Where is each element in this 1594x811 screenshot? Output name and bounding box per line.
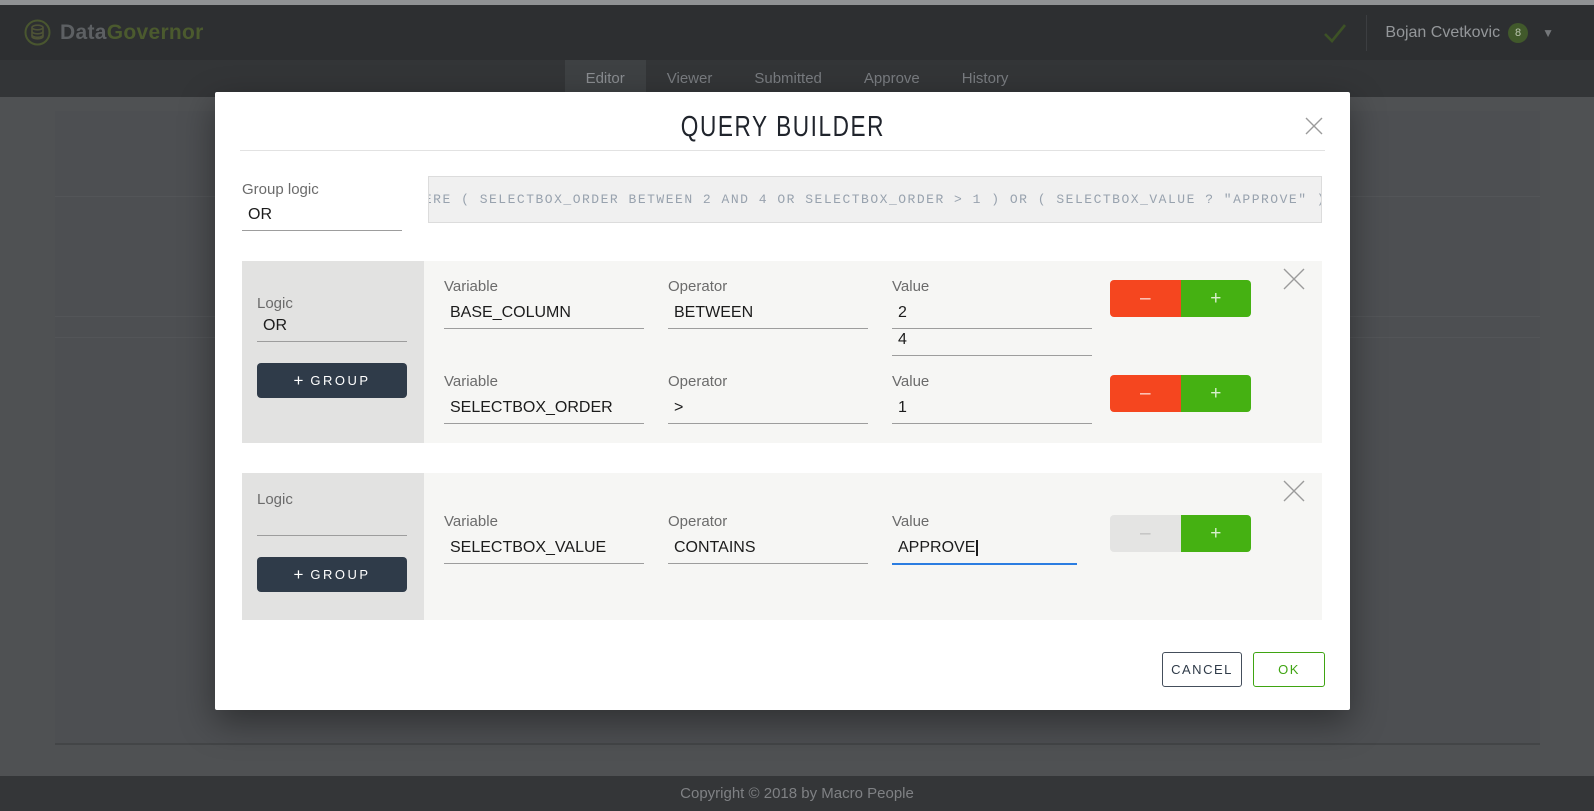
minus-icon: – bbox=[1140, 288, 1151, 310]
value-label: Value bbox=[892, 373, 1092, 390]
value-input-1[interactable]: 1 bbox=[892, 394, 1092, 424]
operator-label: Operator bbox=[668, 278, 868, 295]
remove-condition-button[interactable]: – bbox=[1110, 375, 1181, 412]
plus-icon: + bbox=[1210, 288, 1221, 310]
header-divider bbox=[1366, 15, 1367, 51]
brand-part2: Governor bbox=[107, 21, 204, 44]
variable-input[interactable]: SELECTBOX_ORDER bbox=[444, 394, 644, 424]
close-icon[interactable] bbox=[1304, 116, 1324, 136]
condition-group-2: Logic + GROUP Variable SELECTBOX_VALUE O… bbox=[242, 473, 1322, 620]
condition-row: Variable BASE_COLUMN Operator BETWEEN Va… bbox=[444, 261, 1322, 356]
group-logic-input[interactable]: OR bbox=[242, 201, 402, 231]
plus-icon: + bbox=[293, 371, 303, 391]
condition-row: Variable SELECTBOX_VALUE Operator CONTAI… bbox=[444, 473, 1322, 565]
group-button-label: GROUP bbox=[310, 567, 370, 582]
plus-icon: + bbox=[1210, 523, 1221, 545]
plus-icon: + bbox=[293, 565, 303, 585]
title-divider bbox=[240, 150, 1325, 151]
operator-label: Operator bbox=[668, 373, 868, 390]
text-caret bbox=[976, 540, 978, 556]
condition-row: Variable SELECTBOX_ORDER Operator > Valu… bbox=[444, 373, 1322, 424]
footer: Copyright © 2018 by Macro People bbox=[0, 776, 1594, 811]
value-input-2[interactable]: 4 bbox=[892, 329, 1092, 356]
add-condition-button[interactable]: + bbox=[1181, 515, 1252, 552]
group-close-icon[interactable] bbox=[1281, 478, 1307, 504]
logic-label: Logic bbox=[257, 491, 408, 508]
add-condition-button[interactable]: + bbox=[1181, 375, 1252, 412]
operator-label: Operator bbox=[668, 513, 868, 530]
brand-name: DataGovernor bbox=[60, 21, 204, 45]
add-group-button[interactable]: + GROUP bbox=[257, 557, 407, 592]
brand[interactable]: DataGovernor bbox=[24, 19, 204, 46]
value-text: APPROVE bbox=[898, 539, 975, 556]
remove-condition-button-disabled: – bbox=[1110, 515, 1181, 552]
user-menu[interactable]: Bojan Cvetkovic 8 ▼ bbox=[1385, 23, 1554, 43]
user-badge: 8 bbox=[1508, 23, 1528, 43]
operator-input[interactable]: > bbox=[668, 394, 868, 424]
query-builder-modal: QUERY BUILDER Group logic OR WHERE ( SEL… bbox=[215, 92, 1350, 710]
remove-condition-button[interactable]: – bbox=[1110, 280, 1181, 317]
check-icon[interactable] bbox=[1322, 22, 1348, 44]
group-logic-label: Group logic bbox=[242, 181, 428, 198]
plus-icon: + bbox=[1210, 383, 1221, 405]
variable-label: Variable bbox=[444, 513, 644, 530]
chevron-down-icon: ▼ bbox=[1542, 26, 1554, 40]
brand-part1: Data bbox=[60, 21, 107, 44]
value-input-1[interactable]: 2 bbox=[892, 299, 1092, 329]
value-label: Value bbox=[892, 278, 1092, 295]
variable-input[interactable]: BASE_COLUMN bbox=[444, 299, 644, 329]
condition-group-1: Logic OR + GROUP Variable BASE_COLUMN Op… bbox=[242, 261, 1322, 443]
add-group-button[interactable]: + GROUP bbox=[257, 363, 407, 398]
copyright-text: Copyright © 2018 by Macro People bbox=[680, 785, 914, 802]
modal-title: QUERY BUILDER bbox=[680, 111, 884, 144]
cancel-button[interactable]: CANCEL bbox=[1162, 652, 1242, 687]
operator-input[interactable]: BETWEEN bbox=[668, 299, 868, 329]
value-label: Value bbox=[892, 513, 1092, 530]
logic-label: Logic bbox=[257, 295, 408, 312]
minus-icon: – bbox=[1140, 523, 1151, 545]
database-logo-icon bbox=[24, 19, 51, 46]
group-2-logic-panel: Logic + GROUP bbox=[242, 473, 424, 620]
variable-label: Variable bbox=[444, 278, 644, 295]
user-name: Bojan Cvetkovic bbox=[1385, 24, 1500, 42]
ok-button[interactable]: OK bbox=[1253, 652, 1325, 687]
variable-label: Variable bbox=[444, 373, 644, 390]
app-header: DataGovernor Bojan Cvetkovic 8 ▼ bbox=[0, 5, 1594, 60]
group-1-logic-panel: Logic OR + GROUP bbox=[242, 261, 424, 443]
value-input-focused[interactable]: APPROVE bbox=[892, 534, 1077, 565]
minus-icon: – bbox=[1140, 383, 1151, 405]
variable-input[interactable]: SELECTBOX_VALUE bbox=[444, 534, 644, 564]
group-1-logic-input[interactable]: OR bbox=[257, 312, 407, 342]
group-button-label: GROUP bbox=[310, 373, 370, 388]
add-condition-button[interactable]: + bbox=[1181, 280, 1252, 317]
group-close-icon[interactable] bbox=[1281, 266, 1307, 292]
group-2-logic-input[interactable] bbox=[257, 508, 407, 536]
operator-input[interactable]: CONTAINS bbox=[668, 534, 868, 564]
query-preview: WHERE ( SELECTBOX_ORDER BETWEEN 2 AND 4 … bbox=[428, 176, 1322, 223]
